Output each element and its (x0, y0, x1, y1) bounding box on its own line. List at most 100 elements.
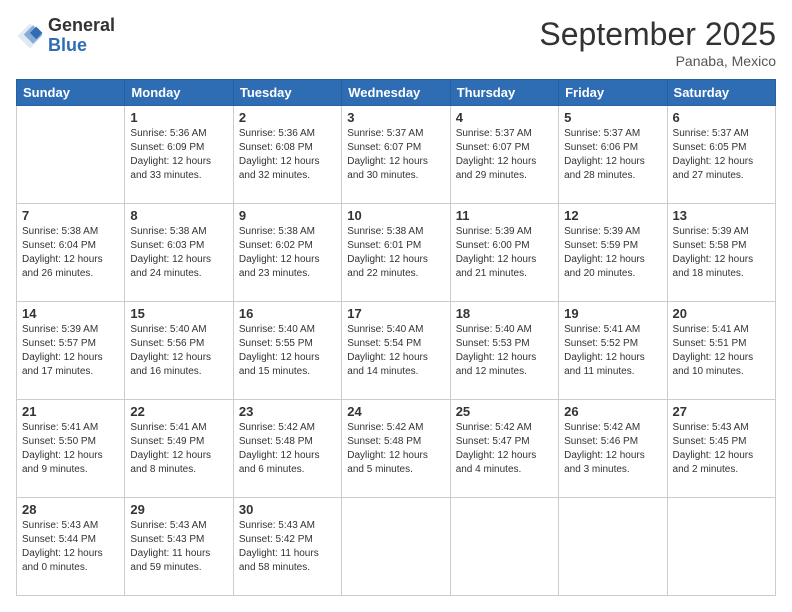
day-number: 24 (347, 404, 444, 419)
week-row-2: 7Sunrise: 5:38 AM Sunset: 6:04 PM Daylig… (17, 204, 776, 302)
col-tuesday: Tuesday (233, 80, 341, 106)
cell-2-0: 14 Sunrise: 5:39 AM Sunset: 5:57 PM Dayli… (17, 302, 125, 400)
day-number: 15 (130, 306, 227, 321)
cell-4-1: 29Sunrise: 5:43 AM Sunset: 5:43 PM Dayli… (125, 498, 233, 596)
page: General Blue September 2025 Panaba, Mexi… (0, 0, 792, 612)
col-wednesday: Wednesday (342, 80, 450, 106)
week-row-5: 28 Sunrise: 5:43 AM Sunset: 5:44 PM Dayli… (17, 498, 776, 596)
day-number: 21 (22, 404, 119, 419)
day-info: Sunrise: 5:40 AM Sunset: 5:54 PM Dayligh… (347, 323, 444, 379)
cell-1-4: 11Sunrise: 5:39 AM Sunset: 6:00 PM Dayli… (450, 204, 558, 302)
day-number: 25 (456, 404, 553, 419)
day-number: 14 (22, 306, 119, 321)
day-number: 7 (22, 208, 119, 223)
day-number: 18 (456, 306, 553, 321)
col-thursday: Thursday (450, 80, 558, 106)
logo-blue-text: Blue (48, 36, 115, 56)
day-info: Sunrise: 5:41 AM Sunset: 5:52 PM Dayligh… (564, 323, 661, 379)
day-info: Sunrise: 5:39 AM Sunset: 5:58 PM Dayligh… (673, 225, 770, 281)
cell-0-5: 5Sunrise: 5:37 AM Sunset: 6:06 PM Daylig… (559, 106, 667, 204)
day-info: Sunrise: 5:38 AM Sunset: 6:03 PM Dayligh… (130, 225, 227, 281)
cell-0-1: 1 Sunrise: 5:36 AM Sunset: 6:09 PM Daylig… (125, 106, 233, 204)
day-number: 4 (456, 110, 553, 125)
day-info: Sunrise: 5:39 AM Sunset: 5:57 PM Dayligh… (22, 323, 119, 379)
day-number: 27 (673, 404, 770, 419)
day-info: Sunrise: 5:40 AM Sunset: 5:55 PM Dayligh… (239, 323, 336, 379)
day-number: 16 (239, 306, 336, 321)
col-friday: Friday (559, 80, 667, 106)
logo-text: General Blue (48, 16, 115, 56)
day-info: Sunrise: 5:42 AM Sunset: 5:47 PM Dayligh… (456, 421, 553, 477)
day-info: Sunrise: 5:36 AM Sunset: 6:09 PM Dayligh… (130, 127, 227, 183)
cell-2-4: 18 Sunrise: 5:40 AM Sunset: 5:53 PM Dayli… (450, 302, 558, 400)
day-info: Sunrise: 5:39 AM Sunset: 5:59 PM Dayligh… (564, 225, 661, 281)
header: General Blue September 2025 Panaba, Mexi… (16, 16, 776, 69)
day-info: Sunrise: 5:37 AM Sunset: 6:07 PM Dayligh… (456, 127, 553, 183)
day-info: Sunrise: 5:40 AM Sunset: 5:56 PM Dayligh… (130, 323, 227, 379)
logo: General Blue (16, 16, 115, 56)
cell-4-6 (667, 498, 775, 596)
day-number: 30 (239, 502, 336, 517)
day-number: 2 (239, 110, 336, 125)
cell-0-4: 4 Sunrise: 5:37 AM Sunset: 6:07 PM Daylig… (450, 106, 558, 204)
calendar-table: Sunday Monday Tuesday Wednesday Thursday… (16, 79, 776, 596)
cell-3-0: 21 Sunrise: 5:41 AM Sunset: 5:50 PM Dayli… (17, 400, 125, 498)
cell-0-6: 6 Sunrise: 5:37 AM Sunset: 6:05 PM Daylig… (667, 106, 775, 204)
day-number: 13 (673, 208, 770, 223)
cell-3-5: 26Sunrise: 5:42 AM Sunset: 5:46 PM Dayli… (559, 400, 667, 498)
day-info: Sunrise: 5:41 AM Sunset: 5:50 PM Dayligh… (22, 421, 119, 477)
day-info: Sunrise: 5:41 AM Sunset: 5:49 PM Dayligh… (130, 421, 227, 477)
cell-1-3: 10Sunrise: 5:38 AM Sunset: 6:01 PM Dayli… (342, 204, 450, 302)
day-number: 26 (564, 404, 661, 419)
cell-4-5 (559, 498, 667, 596)
week-row-4: 21 Sunrise: 5:41 AM Sunset: 5:50 PM Dayli… (17, 400, 776, 498)
cell-4-3 (342, 498, 450, 596)
location-subtitle: Panaba, Mexico (539, 53, 776, 69)
day-info: Sunrise: 5:43 AM Sunset: 5:42 PM Dayligh… (239, 519, 336, 575)
cell-2-3: 17 Sunrise: 5:40 AM Sunset: 5:54 PM Dayli… (342, 302, 450, 400)
cell-2-5: 19 Sunrise: 5:41 AM Sunset: 5:52 PM Dayli… (559, 302, 667, 400)
day-number: 23 (239, 404, 336, 419)
day-number: 9 (239, 208, 336, 223)
cell-0-3: 3Sunrise: 5:37 AM Sunset: 6:07 PM Daylig… (342, 106, 450, 204)
day-number: 6 (673, 110, 770, 125)
day-info: Sunrise: 5:43 AM Sunset: 5:45 PM Dayligh… (673, 421, 770, 477)
col-monday: Monday (125, 80, 233, 106)
title-area: September 2025 Panaba, Mexico (539, 16, 776, 69)
logo-icon (16, 22, 44, 50)
cell-3-6: 27 Sunrise: 5:43 AM Sunset: 5:45 PM Dayli… (667, 400, 775, 498)
cell-1-6: 13 Sunrise: 5:39 AM Sunset: 5:58 PM Dayli… (667, 204, 775, 302)
day-info: Sunrise: 5:38 AM Sunset: 6:01 PM Dayligh… (347, 225, 444, 281)
day-number: 11 (456, 208, 553, 223)
col-sunday: Sunday (17, 80, 125, 106)
day-number: 28 (22, 502, 119, 517)
day-number: 20 (673, 306, 770, 321)
day-info: Sunrise: 5:37 AM Sunset: 6:05 PM Dayligh… (673, 127, 770, 183)
day-info: Sunrise: 5:43 AM Sunset: 5:44 PM Dayligh… (22, 519, 119, 575)
day-number: 5 (564, 110, 661, 125)
cell-3-4: 25 Sunrise: 5:42 AM Sunset: 5:47 PM Dayli… (450, 400, 558, 498)
day-number: 22 (130, 404, 227, 419)
cell-0-2: 2Sunrise: 5:36 AM Sunset: 6:08 PM Daylig… (233, 106, 341, 204)
cell-2-1: 15 Sunrise: 5:40 AM Sunset: 5:56 PM Dayli… (125, 302, 233, 400)
cell-3-2: 23 Sunrise: 5:42 AM Sunset: 5:48 PM Dayli… (233, 400, 341, 498)
week-row-1: 1 Sunrise: 5:36 AM Sunset: 6:09 PM Daylig… (17, 106, 776, 204)
cell-1-5: 12 Sunrise: 5:39 AM Sunset: 5:59 PM Dayli… (559, 204, 667, 302)
day-number: 3 (347, 110, 444, 125)
day-number: 19 (564, 306, 661, 321)
cell-4-2: 30 Sunrise: 5:43 AM Sunset: 5:42 PM Dayli… (233, 498, 341, 596)
logo-general-text: General (48, 16, 115, 36)
cell-2-2: 16 Sunrise: 5:40 AM Sunset: 5:55 PM Dayli… (233, 302, 341, 400)
day-info: Sunrise: 5:38 AM Sunset: 6:02 PM Dayligh… (239, 225, 336, 281)
day-info: Sunrise: 5:42 AM Sunset: 5:48 PM Dayligh… (239, 421, 336, 477)
day-info: Sunrise: 5:40 AM Sunset: 5:53 PM Dayligh… (456, 323, 553, 379)
cell-4-4 (450, 498, 558, 596)
cell-2-6: 20Sunrise: 5:41 AM Sunset: 5:51 PM Dayli… (667, 302, 775, 400)
day-number: 1 (130, 110, 227, 125)
cell-1-0: 7Sunrise: 5:38 AM Sunset: 6:04 PM Daylig… (17, 204, 125, 302)
cell-4-0: 28 Sunrise: 5:43 AM Sunset: 5:44 PM Dayli… (17, 498, 125, 596)
day-number: 17 (347, 306, 444, 321)
col-saturday: Saturday (667, 80, 775, 106)
day-number: 29 (130, 502, 227, 517)
day-number: 12 (564, 208, 661, 223)
